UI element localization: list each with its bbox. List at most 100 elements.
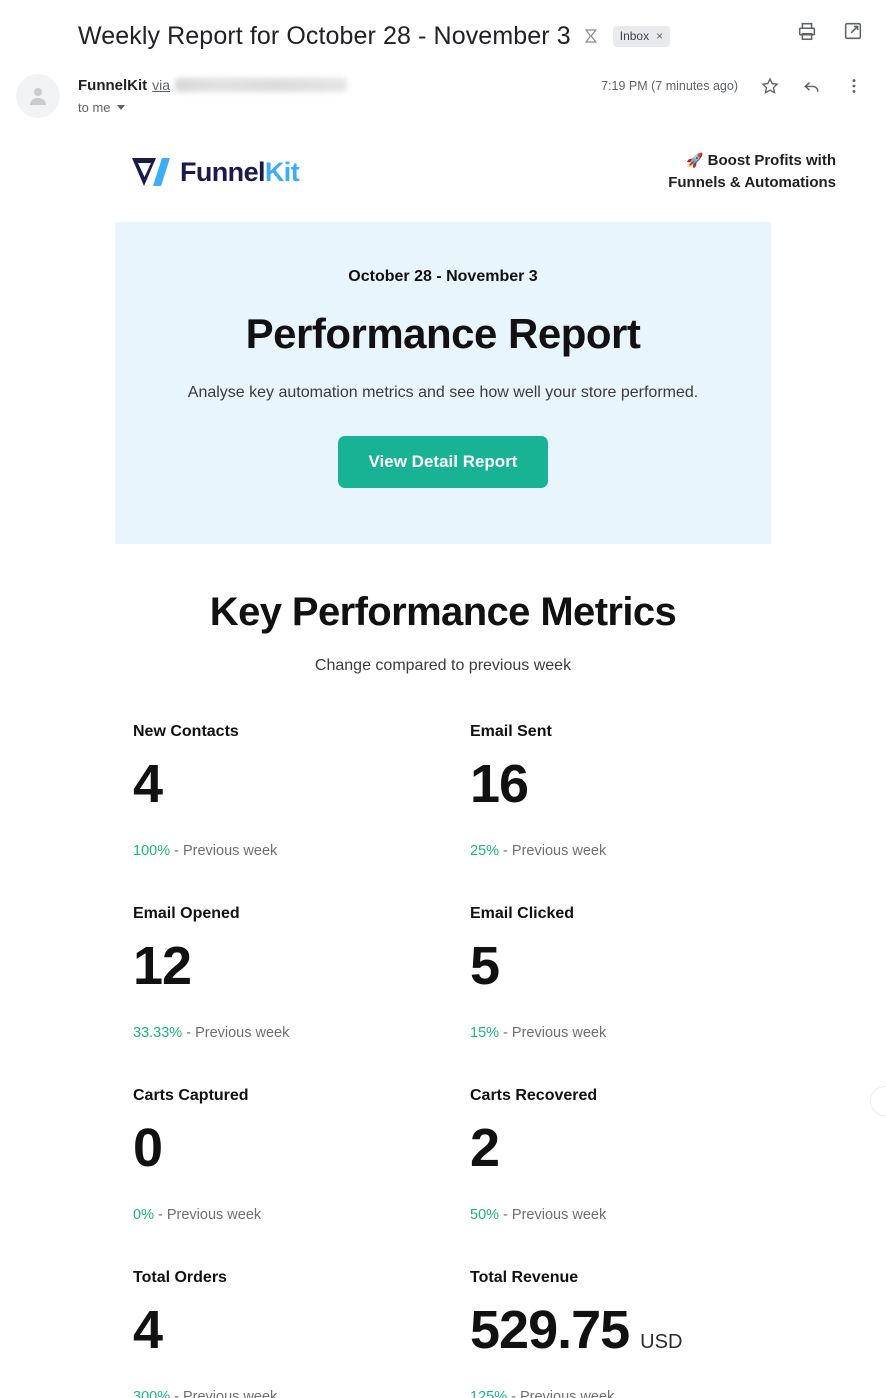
metric-label: Email Clicked: [470, 905, 575, 922]
metric-change-suffix: - Previous week: [499, 843, 607, 859]
subject-row: Weekly Report for October 28 - November …: [24, 16, 862, 56]
tagline-line-2: Funnels & Automations: [668, 174, 836, 191]
metric-value: 16: [470, 754, 529, 814]
sender-row: FunnelKit via to me 7:19 PM (7 minutes a…: [0, 56, 886, 118]
metric-change: 100% - Previous week: [133, 843, 470, 859]
metric-change: 33.33% - Previous week: [133, 1025, 470, 1041]
metric-value: 0: [133, 1118, 163, 1178]
metric-value-row: 0: [133, 1121, 470, 1183]
logo-text-funnel: Funnel: [180, 156, 265, 187]
metric-change-suffix: - Previous week: [170, 843, 278, 859]
metric-card: Email Sent 16 25% - Previous week: [470, 723, 806, 905]
sender-line: FunnelKit via: [78, 76, 348, 94]
hero-banner: October 28 - November 3 Performance Repo…: [115, 222, 771, 544]
metric-change-suffix: - Previous week: [507, 1389, 615, 1398]
funnelkit-logo[interactable]: FunnelKit: [130, 155, 300, 189]
metric-value-row: 12: [133, 939, 470, 1001]
metric-card: Email Clicked 5 15% - Previous week: [470, 905, 806, 1087]
timestamp: 7:19 PM (7 minutes ago): [601, 79, 738, 93]
metric-value: 5: [470, 936, 500, 996]
metrics-heading-block: Key Performance Metrics Change compared …: [0, 544, 886, 675]
star-icon[interactable]: [760, 76, 780, 96]
metric-change-percent: 0%: [133, 1207, 154, 1223]
hero-date-range: October 28 - November 3: [348, 268, 538, 285]
metrics-title: Key Performance Metrics: [209, 590, 677, 634]
important-marker-icon[interactable]: [583, 27, 601, 45]
brand-tagline: 🚀 Boost Profits with Funnels & Automatio…: [668, 150, 836, 195]
metric-card: New Contacts 4 100% - Previous week: [133, 723, 470, 905]
sender-details: FunnelKit via to me: [78, 74, 348, 115]
metric-value: 2: [470, 1118, 500, 1178]
metric-change: 125% - Previous week: [470, 1389, 806, 1398]
metric-label: Total Revenue: [470, 1269, 579, 1286]
header-actions: [796, 20, 864, 42]
metric-value-row: 529.75 USD: [470, 1303, 806, 1365]
more-options-icon[interactable]: [844, 76, 864, 96]
metric-label: Carts Recovered: [470, 1087, 598, 1104]
metric-change: 25% - Previous week: [470, 843, 806, 859]
metric-label: Carts Captured: [133, 1087, 249, 1104]
avatar-person-icon: [30, 88, 46, 105]
sender-via-label: via: [152, 77, 171, 93]
metric-value: 4: [133, 1300, 163, 1360]
email-header: Weekly Report for October 28 - November …: [0, 0, 886, 56]
metric-change-percent: 15%: [470, 1025, 500, 1041]
metric-change: 300% - Previous week: [133, 1389, 470, 1398]
metric-change-suffix: - Previous week: [499, 1207, 607, 1223]
metric-change-suffix: - Previous week: [153, 1207, 262, 1223]
metric-card: Email Opened 12 33.33% - Previous week: [133, 905, 470, 1087]
metric-card: Carts Recovered 2 50% - Previous week: [470, 1087, 806, 1269]
metric-label: Email Opened: [133, 905, 240, 922]
print-icon[interactable]: [796, 20, 818, 42]
label-chip-text: Inbox: [619, 29, 650, 43]
metric-card: Total Revenue 529.75 USD 125% - Previous we…: [470, 1269, 806, 1398]
metric-label: New Contacts: [133, 723, 239, 740]
metric-change-suffix: - Previous week: [182, 1025, 290, 1041]
metric-change-percent: 300%: [133, 1389, 171, 1398]
metrics-grid: New Contacts 4 100% - Previous week Email S…: [0, 675, 886, 1398]
metric-change: 50% - Previous week: [470, 1207, 806, 1223]
brand-row: FunnelKit 🚀 Boost Profits with Funnels &…: [0, 144, 886, 200]
chevron-down-icon[interactable]: [116, 105, 125, 110]
email-body: FunnelKit 🚀 Boost Profits with Funnels &…: [0, 118, 886, 1398]
metric-change: 0% - Previous week: [133, 1207, 470, 1223]
avatar: [16, 74, 60, 118]
metric-label: Total Orders: [133, 1269, 227, 1286]
metric-change-percent: 25%: [470, 843, 500, 859]
metric-card: Carts Captured 0 0% - Previous week: [133, 1087, 470, 1269]
reply-icon[interactable]: [802, 76, 822, 96]
page-title: Weekly Report for October 28 - November …: [78, 21, 571, 50]
metrics-subtitle: Change compared to previous week: [314, 657, 572, 674]
logo-text-kit: Kit: [264, 156, 300, 187]
metric-label: Email Sent: [470, 723, 552, 740]
metric-change: 15% - Previous week: [470, 1025, 806, 1041]
metric-change-percent: 50%: [470, 1207, 500, 1223]
tagline-line-1: Boost Profits with: [707, 151, 836, 169]
hero-title: Performance Report: [245, 310, 641, 357]
label-chip-inbox[interactable]: Inbox ×: [612, 25, 671, 47]
recipient-label: to me: [78, 100, 111, 115]
metric-value-row: 16: [470, 757, 806, 819]
metric-change-percent: 100%: [133, 843, 171, 859]
metric-value-row: 4: [133, 1303, 470, 1365]
rocket-icon: 🚀: [686, 151, 704, 168]
open-in-new-window-icon[interactable]: [842, 20, 864, 42]
close-icon[interactable]: ×: [656, 30, 663, 42]
funnelkit-logo-icon: [130, 155, 178, 189]
metric-value-row: 4: [133, 757, 470, 819]
metric-change-percent: 33.33%: [133, 1025, 183, 1041]
metric-unit: USD: [640, 1331, 683, 1353]
metric-value-row: 2: [470, 1121, 806, 1183]
sender-domain-redacted: [175, 78, 348, 92]
metric-value: 529.75: [470, 1300, 630, 1360]
recipient-line[interactable]: to me: [78, 100, 347, 115]
sender-name[interactable]: FunnelKit: [78, 77, 147, 94]
metric-change-percent: 125%: [470, 1389, 508, 1398]
metric-card: Total Orders 4 300% - Previous week: [133, 1269, 470, 1398]
message-actions: 7:19 PM (7 minutes ago): [601, 76, 864, 96]
hero-subtitle: Analyse key automation metrics and see h…: [187, 384, 699, 401]
metric-change-suffix: - Previous week: [499, 1025, 607, 1041]
view-detail-report-button[interactable]: View Detail Report: [337, 436, 549, 488]
metric-value-row: 5: [470, 939, 806, 1001]
metric-change-suffix: - Previous week: [170, 1389, 278, 1398]
